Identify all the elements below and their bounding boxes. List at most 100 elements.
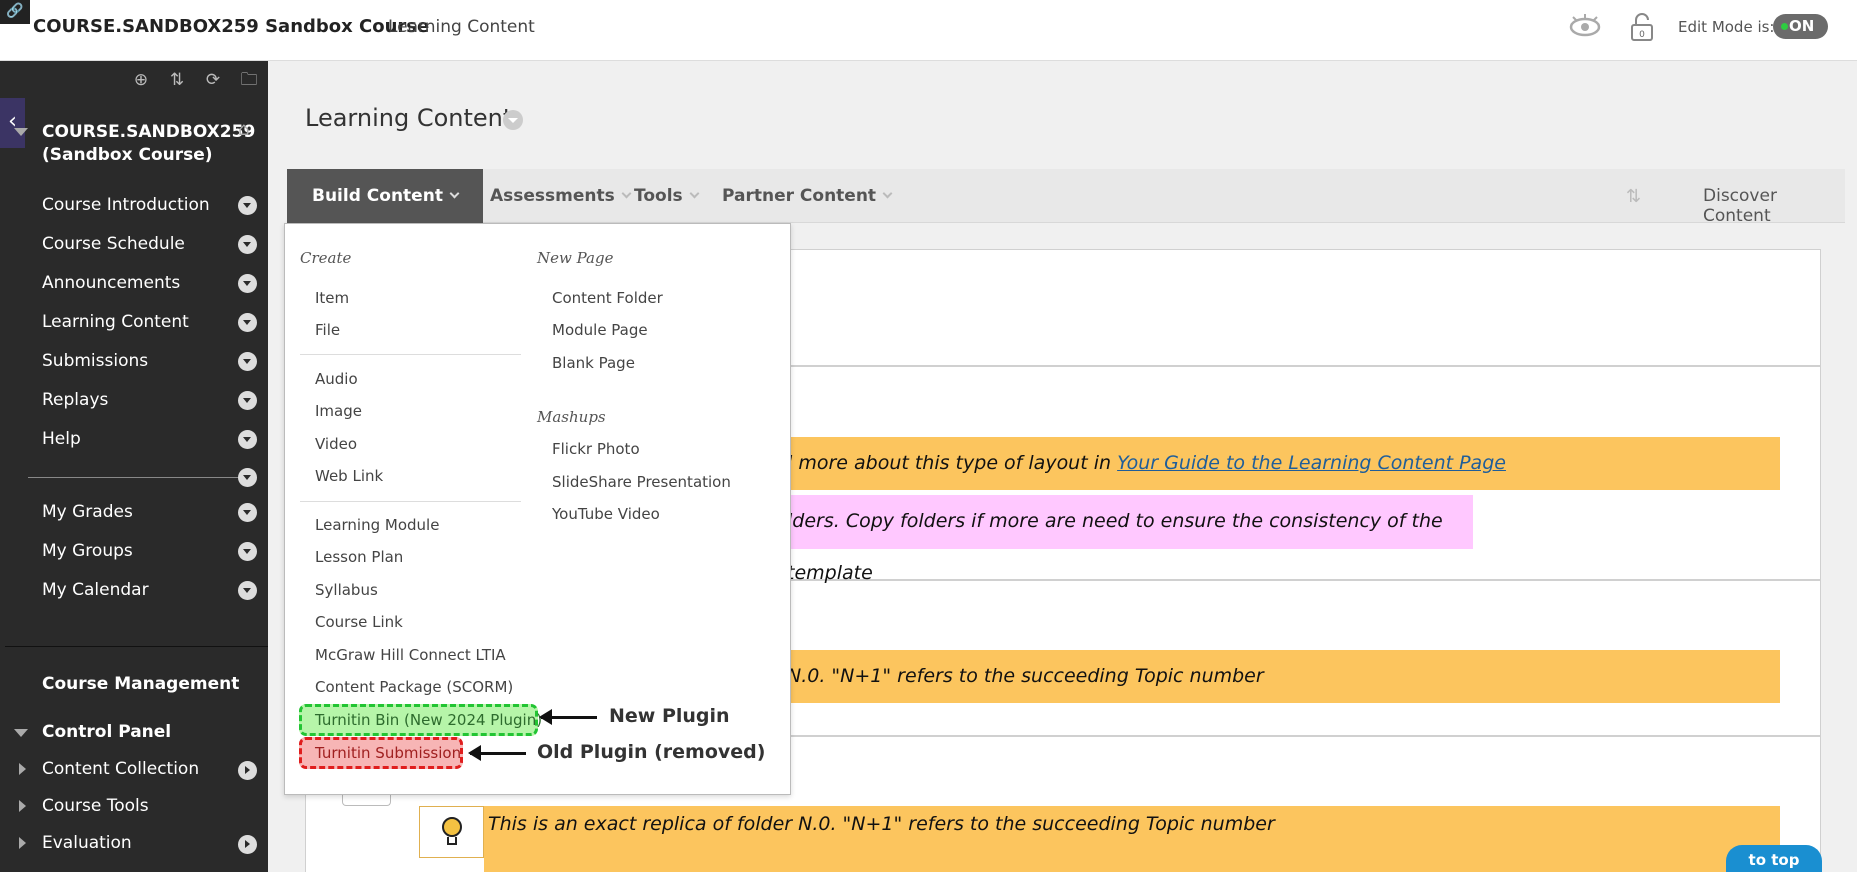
page-title: Learning Content <box>305 104 513 132</box>
menu-item-youtube-video[interactable]: YouTube Video <box>552 505 660 523</box>
sidebar-item-my-calendar[interactable]: My Calendar <box>42 580 149 600</box>
menu-item-file[interactable]: File <box>315 321 340 339</box>
partner-content-button[interactable]: Partner Content <box>697 169 916 223</box>
chevron-down-icon[interactable] <box>238 313 257 332</box>
expand-icon[interactable] <box>19 763 26 775</box>
menu-item-mcgraw-hill-connect[interactable]: McGraw Hill Connect LTIA <box>315 646 506 664</box>
arrow-left-icon <box>468 745 526 761</box>
sort-icon[interactable]: ⇅ <box>1626 186 1641 207</box>
chevron-right-icon[interactable] <box>238 761 257 780</box>
chevron-down-icon <box>882 188 893 199</box>
top-bar: 🔗 COURSE.SANDBOX259 Sandbox Course Learn… <box>0 0 1857 61</box>
arrow-left-icon <box>539 709 597 725</box>
control-panel-collapse-icon[interactable] <box>14 729 28 737</box>
sidebar-item-help[interactable]: Help <box>42 429 81 449</box>
sidebar-item-my-grades[interactable]: My Grades <box>42 502 133 522</box>
assessments-label: Assessments <box>490 186 615 206</box>
menu-item-turnitin-bin[interactable]: Turnitin Bin (New 2024 Plugin) <box>315 711 542 729</box>
sidebar-item-evaluation[interactable]: Evaluation <box>42 833 132 853</box>
refresh-icon[interactable]: ⟳ <box>202 69 224 91</box>
lightbulb-base <box>447 837 457 845</box>
page-options-icon[interactable] <box>503 110 523 130</box>
sidebar-item-course-tools[interactable]: Course Tools <box>42 796 149 816</box>
info-banner-pink: lders. Copy folders if more are need to … <box>783 495 1473 584</box>
chevron-down-icon[interactable] <box>238 235 257 254</box>
menu-item-course-link[interactable]: Course Link <box>315 613 403 631</box>
menu-item-flickr-photo[interactable]: Flickr Photo <box>552 440 640 458</box>
lightbulb-icon <box>442 817 462 837</box>
menu-divider <box>300 354 521 355</box>
info-banner: l more about this type of layout in Your… <box>783 437 1780 490</box>
chevron-down-icon[interactable] <box>238 196 257 215</box>
to-top-button[interactable]: to top <box>1726 845 1822 872</box>
course-title[interactable]: COURSE.SANDBOX259 Sandbox Course <box>33 16 429 37</box>
menu-item-slideshare[interactable]: SlideShare Presentation <box>552 473 731 491</box>
discover-content-link[interactable]: Discover Content <box>1703 186 1845 226</box>
sidebar-item-course-schedule[interactable]: Course Schedule <box>42 234 185 254</box>
menu-tools: ⊕ ⇅ ⟳ 🗀 <box>130 69 260 91</box>
sidebar-item-course-introduction[interactable]: Course Introduction <box>42 195 210 215</box>
new-plugin-note: New Plugin <box>609 705 730 727</box>
sidebar-item-announcements[interactable]: Announcements <box>42 273 180 293</box>
menu-item-module-page[interactable]: Module Page <box>552 321 648 339</box>
chevron-down-icon[interactable] <box>238 274 257 293</box>
link-icon[interactable]: 🔗 <box>0 0 30 24</box>
menu-item-item[interactable]: Item <box>315 289 349 307</box>
create-heading: Create <box>300 249 352 267</box>
menu-item-content-package[interactable]: Content Package (SCORM) <box>315 678 513 696</box>
chevron-down-icon[interactable] <box>238 468 257 487</box>
sidebar-item-my-groups[interactable]: My Groups <box>42 541 133 561</box>
menu-item-web-link[interactable]: Web Link <box>315 467 383 485</box>
sidebar-item-submissions[interactable]: Submissions <box>42 351 148 371</box>
new-page-heading: New Page <box>537 249 614 267</box>
chevron-down-icon[interactable] <box>238 391 257 410</box>
menu-item-lesson-plan[interactable]: Lesson Plan <box>315 548 403 566</box>
menu-item-audio[interactable]: Audio <box>315 370 358 388</box>
course-management-title: Course Management <box>42 674 240 694</box>
folder-view-icon[interactable]: 🗀 <box>238 69 260 91</box>
menu-divider <box>300 501 521 502</box>
sidebar-item-replays[interactable]: Replays <box>42 390 108 410</box>
breadcrumb[interactable]: Learning Content <box>388 17 535 37</box>
lock-icon[interactable]: 0 <box>1629 12 1655 42</box>
menu-item-turnitin-submission[interactable]: Turnitin Submission <box>315 744 461 762</box>
build-content-button[interactable]: Build Content <box>287 169 483 223</box>
tools-label: Tools <box>634 186 683 206</box>
expand-icon[interactable] <box>19 800 26 812</box>
course-collapse-icon[interactable] <box>14 128 28 136</box>
edit-mode-toggle[interactable]: ON <box>1773 14 1828 39</box>
menu-item-video[interactable]: Video <box>315 435 357 453</box>
guide-link[interactable]: Your Guide to the Learning Content Page <box>1117 452 1506 474</box>
menu-item-content-folder[interactable]: Content Folder <box>552 289 663 307</box>
reorder-icon[interactable]: ⇅ <box>166 69 188 91</box>
info-banner: N.0. "N+1" refers to the succeeding Topi… <box>783 650 1780 703</box>
menu-item-image[interactable]: Image <box>315 402 362 420</box>
chevron-down-icon[interactable] <box>238 430 257 449</box>
control-panel-title[interactable]: Control Panel <box>42 722 171 742</box>
section-separator <box>5 646 268 647</box>
menu-item-learning-module[interactable]: Learning Module <box>315 516 439 534</box>
banner-text: l more about this type of layout in <box>787 452 1118 474</box>
info-banner: This is an exact replica of folder N.0. … <box>484 806 1780 872</box>
sidebar-item-content-collection[interactable]: Content Collection <box>42 759 199 779</box>
sidebar-course-name[interactable]: COURSE.SANDBOX259 (Sandbox Course) <box>42 121 255 167</box>
sidebar-item-learning-content[interactable]: Learning Content <box>42 312 189 332</box>
menu-item-syllabus[interactable]: Syllabus <box>315 581 378 599</box>
chevron-down-icon[interactable] <box>238 503 257 522</box>
lightbulb-icon-box <box>419 806 484 858</box>
chevron-down-icon[interactable] <box>238 581 257 600</box>
menu-item-blank-page[interactable]: Blank Page <box>552 354 635 372</box>
chevron-down-icon[interactable] <box>238 542 257 561</box>
home-icon[interactable]: ⌂ <box>238 119 249 140</box>
notification-count: 0 <box>1639 30 1645 40</box>
chevron-right-icon[interactable] <box>238 835 257 854</box>
collapse-menu-button[interactable]: ‹ <box>0 98 25 148</box>
expand-icon[interactable] <box>19 837 26 849</box>
course-menu-sidebar: ‹ ⊕ ⇅ ⟳ 🗀 COURSE.SANDBOX259 (Sandbox Cou… <box>0 61 268 872</box>
partner-content-label: Partner Content <box>722 186 877 206</box>
chevron-down-icon[interactable] <box>238 352 257 371</box>
add-menu-item-icon[interactable]: ⊕ <box>130 69 152 91</box>
edit-mode-label: Edit Mode is: <box>1678 18 1775 36</box>
action-bar: Build Content Assessments Tools Partner … <box>287 169 1845 226</box>
student-preview-icon[interactable] <box>1568 12 1602 42</box>
